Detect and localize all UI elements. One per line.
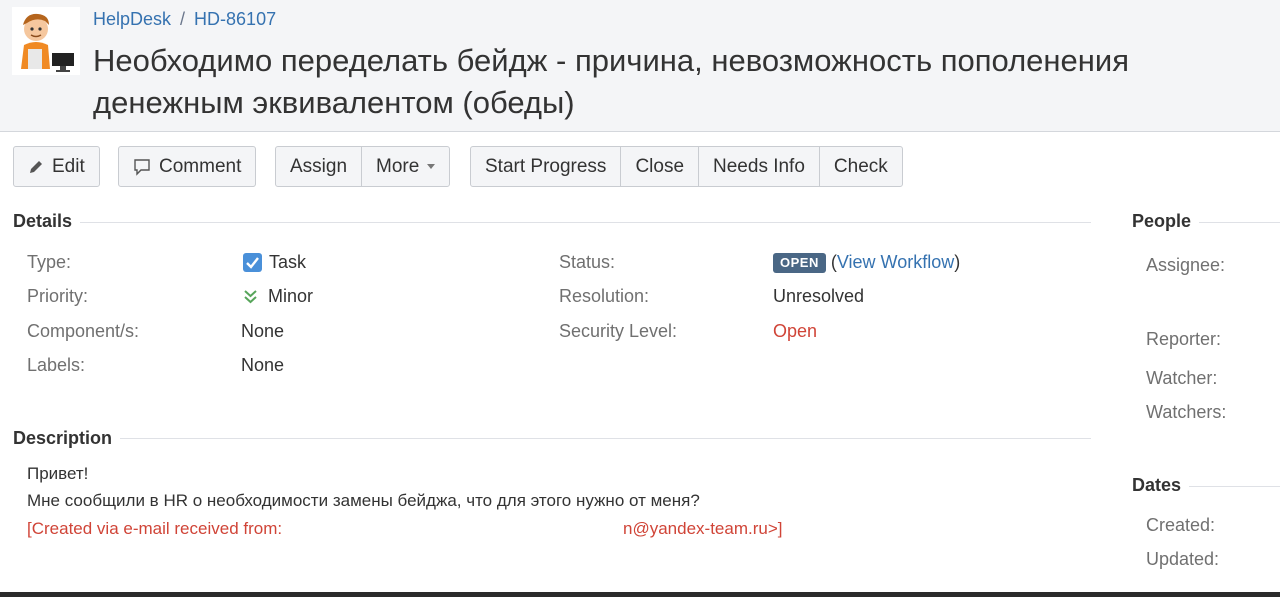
security-level-value: Open (773, 321, 818, 341)
comment-button[interactable]: Comment (119, 147, 255, 186)
start-progress-button[interactable]: Start Progress (471, 147, 622, 186)
more-dropdown-button[interactable]: More (362, 147, 449, 186)
more-button-label: More (376, 156, 420, 177)
comment-button-label: Comment (159, 156, 242, 177)
status-label: Status: (559, 252, 616, 272)
components-label: Component/s: (27, 321, 140, 341)
view-workflow-link[interactable]: View Workflow (837, 252, 954, 273)
labels-label: Labels: (27, 355, 86, 375)
assignee-label: Assignee: (1146, 255, 1226, 275)
description-divider (13, 438, 1091, 439)
reporter-label: Reporter: (1146, 329, 1222, 349)
workflow-paren-close: ) (954, 252, 961, 272)
type-value: Task (243, 252, 306, 273)
close-issue-label: Close (635, 156, 685, 177)
priority-label: Priority: (27, 286, 89, 306)
assign-more-group: Assign More (275, 146, 451, 187)
edit-button-label: Edit (52, 156, 85, 177)
start-progress-label: Start Progress (485, 156, 607, 177)
edit-group: Edit (13, 146, 100, 187)
dates-heading[interactable]: Dates (1132, 475, 1190, 496)
chevron-down-icon (427, 164, 436, 169)
watcher-label: Watcher: (1146, 368, 1218, 388)
created-label: Created: (1146, 515, 1216, 535)
type-label: Type: (27, 252, 72, 272)
task-icon (243, 253, 262, 272)
components-value: None (241, 321, 285, 341)
people-heading[interactable]: People (1132, 211, 1200, 232)
description-heading[interactable]: Description (13, 428, 121, 449)
security-level-label: Security Level: (559, 321, 678, 341)
resolution-label: Resolution: (559, 286, 650, 306)
breadcrumb-project-link[interactable]: HelpDesk (93, 9, 171, 29)
status-badge: OPEN (773, 252, 826, 273)
priority-minor-icon (243, 289, 258, 304)
check-button[interactable]: Check (820, 147, 902, 186)
labels-value: None (241, 355, 285, 375)
description-created-via-prefix: [Created via e-mail received from: (27, 519, 283, 538)
check-label: Check (833, 156, 888, 177)
breadcrumb-separator: / (180, 9, 186, 29)
description-line-body: Мне сообщили в HR о необходимости замены… (27, 491, 700, 510)
window-bottom-edge (0, 592, 1280, 597)
pencil-icon (28, 159, 44, 175)
issue-title[interactable]: Необходимо переделать бейдж - причина, н… (93, 40, 1253, 124)
speech-bubble-icon (133, 158, 151, 176)
resolution-value: Unresolved (773, 286, 865, 306)
assign-button-label: Assign (290, 156, 348, 177)
breadcrumb-issue-key-link[interactable]: HD-86107 (194, 9, 276, 29)
details-divider (13, 222, 1091, 223)
project-avatar-icon[interactable] (12, 7, 80, 75)
priority-value: Minor (243, 286, 313, 307)
needs-info-label: Needs Info (713, 156, 805, 177)
updated-label: Updated: (1146, 549, 1220, 569)
status-value: OPEN (View Workflow) (773, 252, 960, 273)
workflow-group: Start Progress Close Needs Info Check (470, 146, 903, 187)
breadcrumb: HelpDesk / HD-86107 (93, 9, 276, 30)
close-issue-button[interactable]: Close (621, 147, 700, 186)
type-value-text: Task (269, 252, 307, 272)
description-created-via-email: n@yandex-team.ru>] (623, 519, 783, 538)
comment-group: Comment (118, 146, 257, 187)
description-line-greeting: Привет! (27, 464, 89, 483)
assign-button[interactable]: Assign (276, 147, 363, 186)
watchers-label: Watchers: (1146, 402, 1227, 422)
needs-info-button[interactable]: Needs Info (699, 147, 820, 186)
issue-header: HelpDesk / HD-86107 Необходимо переделать … (0, 0, 1280, 132)
priority-value-text: Minor (268, 286, 314, 306)
edit-button[interactable]: Edit (14, 147, 99, 186)
details-heading[interactable]: Details (13, 211, 81, 232)
